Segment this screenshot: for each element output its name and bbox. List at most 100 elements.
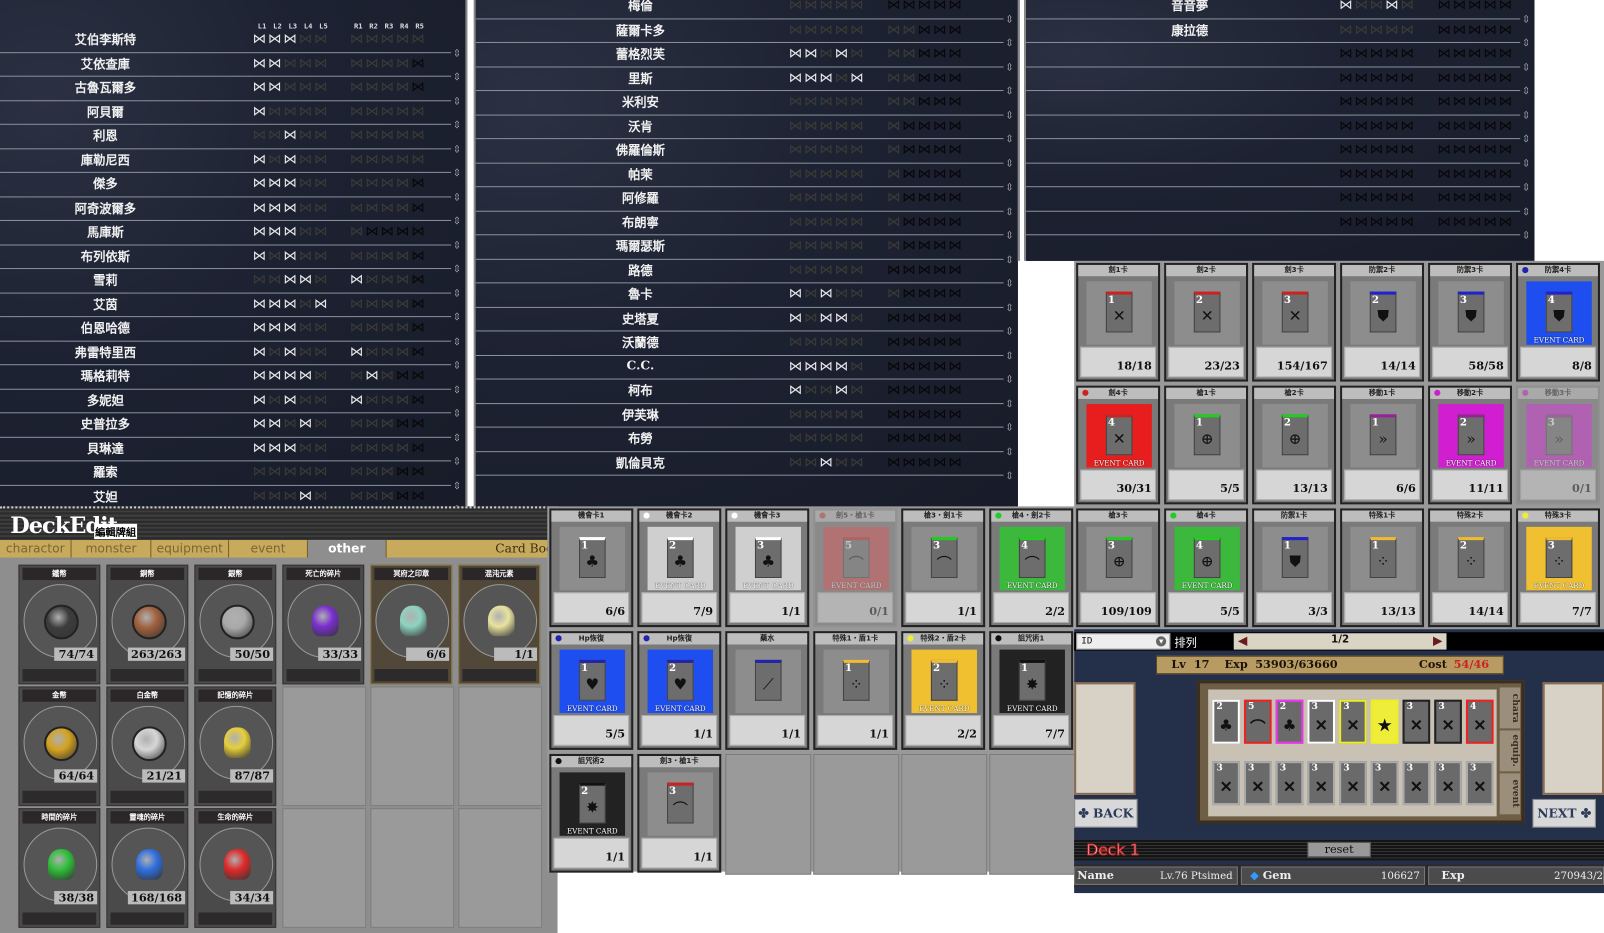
deck-slot-card[interactable]: 3 ✕ [1370, 761, 1399, 806]
card-tile[interactable]: 槍3卡 3 ⊕ 109/109 [1076, 508, 1161, 628]
card-tile[interactable]: Hp恢復 1 ♥ EVENT CARD 5/5 [549, 631, 634, 750]
butterfly-icon: ⋈ [932, 262, 947, 278]
card-tile[interactable]: 防禦3卡 3 ⛊ 58/58 [1428, 262, 1512, 382]
item-card[interactable]: 銀幣 50/50 [194, 564, 277, 685]
deck-slot-card[interactable]: 3 ✕ [1275, 761, 1304, 806]
card-tile[interactable]: 防禦1卡 1 ⛊ 3/3 [1252, 508, 1337, 628]
card-tile[interactable]: 槍1卡 1 ⊕ 5/5 [1164, 385, 1249, 505]
card-tile[interactable]: 機會卡1 1 ♣ 6/6 [549, 508, 634, 628]
butterfly-rating: ⋈ ⋈ ⋈ ⋈ ⋈ [252, 177, 329, 190]
deck-slot-card[interactable]: 3 ✕ [1402, 761, 1431, 806]
card-tile[interactable]: 移動2卡 2» EVENT CARD 11/11 [1428, 385, 1512, 505]
back-button[interactable]: ✤ BACK [1074, 798, 1138, 828]
deck-slot-card[interactable]: 3 ✕ [1243, 761, 1272, 806]
coin-icon [43, 726, 79, 762]
next-page-arrow-icon[interactable]: ▶ [1433, 633, 1442, 647]
butterfly-icon: ⋈ [804, 166, 818, 182]
item-card[interactable]: 金幣 64/64 [18, 686, 101, 807]
item-card[interactable]: 混沌元素 1/1 [458, 564, 541, 685]
prev-deck-preview[interactable] [1074, 682, 1136, 795]
deck-slot-card[interactable]: 3 ✕ [1307, 761, 1336, 806]
item-card[interactable]: 白金幣 21/21 [106, 686, 189, 807]
deck-slot-card[interactable]: 5 ⌒ [1243, 699, 1272, 744]
butterfly-icon: ⋈ [268, 248, 282, 264]
card-tile[interactable]: 防禦4卡 4 ⛊ EVENT CARD 8/8 [1516, 262, 1600, 382]
tab-equipment[interactable]: equipment [151, 540, 230, 558]
item-card[interactable]: 靈魂的碎片 168/168 [106, 808, 189, 928]
card-tile[interactable]: 槍4・劍2卡 4 ⌒ EVENT CARD 2/2 [989, 508, 1074, 628]
card-tile[interactable]: 移動3卡 3» EVENT CARD 0/1 [1516, 385, 1600, 505]
page-indicator: 1/2 [1331, 634, 1350, 646]
item-card[interactable]: 記憶的碎片 87/87 [194, 686, 277, 807]
deck-slot-card[interactable]: 3 ✕ [1339, 699, 1367, 744]
butterfly-icon: ⋈ [1339, 118, 1353, 134]
next-button[interactable]: NEXT ✤ [1532, 798, 1596, 828]
card-tile[interactable]: 移動1卡 1» 6/6 [1340, 385, 1425, 505]
side-tab-equip[interactable]: equip. [1499, 730, 1521, 772]
card-tile[interactable]: 劍2卡 2 ✕ 23/23 [1164, 262, 1249, 382]
item-card[interactable]: 生命的碎片 34/34 [194, 808, 277, 928]
deck-slot-card[interactable]: 2 ♣ [1212, 699, 1240, 744]
butterfly-icon: ⋈ [932, 166, 947, 182]
butterfly-icon: ⋈ [252, 248, 266, 264]
card-tile[interactable]: 機會卡3 3 ♣ EVENT CARD 1/1 [725, 508, 810, 628]
item-card[interactable]: 冥府之印章 6/6 [370, 564, 453, 685]
item-card[interactable]: 銅幣 263/263 [106, 564, 189, 685]
sort-select[interactable]: ID ▼ [1076, 633, 1171, 650]
deck-slot-card[interactable]: 2 ♣ [1275, 699, 1304, 744]
item-card[interactable]: 鐵幣 74/74 [18, 564, 101, 685]
card-tile[interactable]: 槍3・劍1卡 3 ⌒ 1/1 [901, 508, 986, 628]
card-tile[interactable]: 劍3・槍1卡 3 ⌒ 1/1 [637, 753, 722, 873]
card-tile[interactable]: 特殊2卡 2 ⁘ 14/14 [1428, 508, 1512, 628]
card-tile[interactable]: 劍4卡 4 ✕ EVENT CARD 30/31 [1076, 385, 1161, 505]
tab-other[interactable]: other [307, 540, 387, 558]
card-tile[interactable]: 劍3卡 3 ✕ 154/167 [1252, 262, 1337, 382]
item-card[interactable]: 死亡的碎片 33/33 [282, 564, 365, 685]
butterfly-icon: ⋈ [1369, 118, 1384, 134]
row-handle-icon[interactable]: ⇳ [1522, 230, 1531, 241]
card-tile[interactable]: 特殊1・盾1卡 1 ⁘ 1/1 [813, 631, 898, 750]
side-tab-chara[interactable]: chara [1499, 687, 1521, 729]
card-tile[interactable]: 特殊1卡 1 ⁘ 13/13 [1340, 508, 1425, 628]
deck-slot-card[interactable]: 3 ✕ [1402, 699, 1431, 744]
card-tile[interactable]: 機會卡2 2 ♣ EVENT CARD 7/9 [637, 508, 722, 628]
butterfly-icon: ⋈ [819, 118, 833, 134]
deck-slot-card[interactable]: 3 ✕ [1307, 699, 1336, 744]
side-tab-event[interactable]: event [1499, 773, 1521, 815]
deck-slot-card[interactable]: 3 ✕ [1434, 761, 1462, 806]
deck-slot-card[interactable]: 4 ✕ [1465, 699, 1494, 744]
card-tile[interactable]: 劍5・槍1卡 5 ⌒ EVENT CARD 0/1 [813, 508, 898, 628]
butterfly-icon: ⋈ [1400, 166, 1414, 182]
card-tile[interactable]: 詛咒術2 2 ✸ EVENT CARD 1/1 [549, 753, 634, 873]
reset-button[interactable]: reset [1307, 841, 1371, 858]
card-value: 2 [669, 540, 677, 552]
card-tile[interactable]: 詛咒術1 1 ✸ EVENT CARD 7/7 [989, 631, 1074, 750]
item-card[interactable]: 時間的碎片 38/38 [18, 808, 101, 928]
butterfly-icon: ⋈ [948, 334, 962, 350]
deck-slot-card[interactable]: 3 ✕ [1339, 761, 1367, 806]
butterfly-icon: ⋈ [902, 406, 916, 422]
card-tile[interactable]: 防禦2卡 2 ⛊ 14/14 [1340, 262, 1425, 382]
butterfly-icon: ⋈ [1483, 46, 1497, 62]
deck-slot-card[interactable]: 3 ✕ [1465, 761, 1494, 806]
butterfly-rating: ⋈ ⋈ ⋈ ⋈ ⋈ [886, 312, 963, 325]
next-deck-preview[interactable] [1542, 682, 1604, 795]
tab-event[interactable]: event [229, 540, 308, 558]
deck-slot-card[interactable]: 3 ✕ [1434, 699, 1462, 744]
tab-card-book[interactable]: Card Boo [386, 540, 558, 558]
card-tile[interactable]: Hp恢復 2 ♥ EVENT CARD 1/1 [637, 631, 722, 750]
butterfly-icon: ⋈ [834, 382, 849, 398]
card-tile[interactable]: 槍2卡 2 ⊕ 13/13 [1252, 385, 1337, 505]
card-tile[interactable]: 特殊3卡 3 ⁘ EVENT CARD 7/7 [1516, 508, 1600, 628]
card-tile[interactable]: 劍1卡 1 ✕ 18/18 [1076, 262, 1161, 382]
card-tile[interactable]: 槍4卡 4 ⊕ EVENT CARD 5/5 [1164, 508, 1249, 628]
card-tile[interactable]: 藥水 ⟋ 1/1 [725, 631, 810, 750]
tab-monster[interactable]: monster [71, 540, 152, 558]
butterfly-icon: ⋈ [1369, 142, 1384, 158]
deck-slot-card[interactable]: ★ [1370, 699, 1399, 744]
event-card-label: EVENT CARD [1533, 336, 1585, 345]
card-tile[interactable]: 特殊2・盾2卡 2 ⁘ EVENT CARD 2/2 [901, 631, 986, 750]
row-handle-icon[interactable]: ⇳ [1005, 471, 1014, 482]
tab-charactor[interactable]: charactor [0, 540, 72, 558]
deck-slot-card[interactable]: 3 ✕ [1212, 761, 1240, 806]
